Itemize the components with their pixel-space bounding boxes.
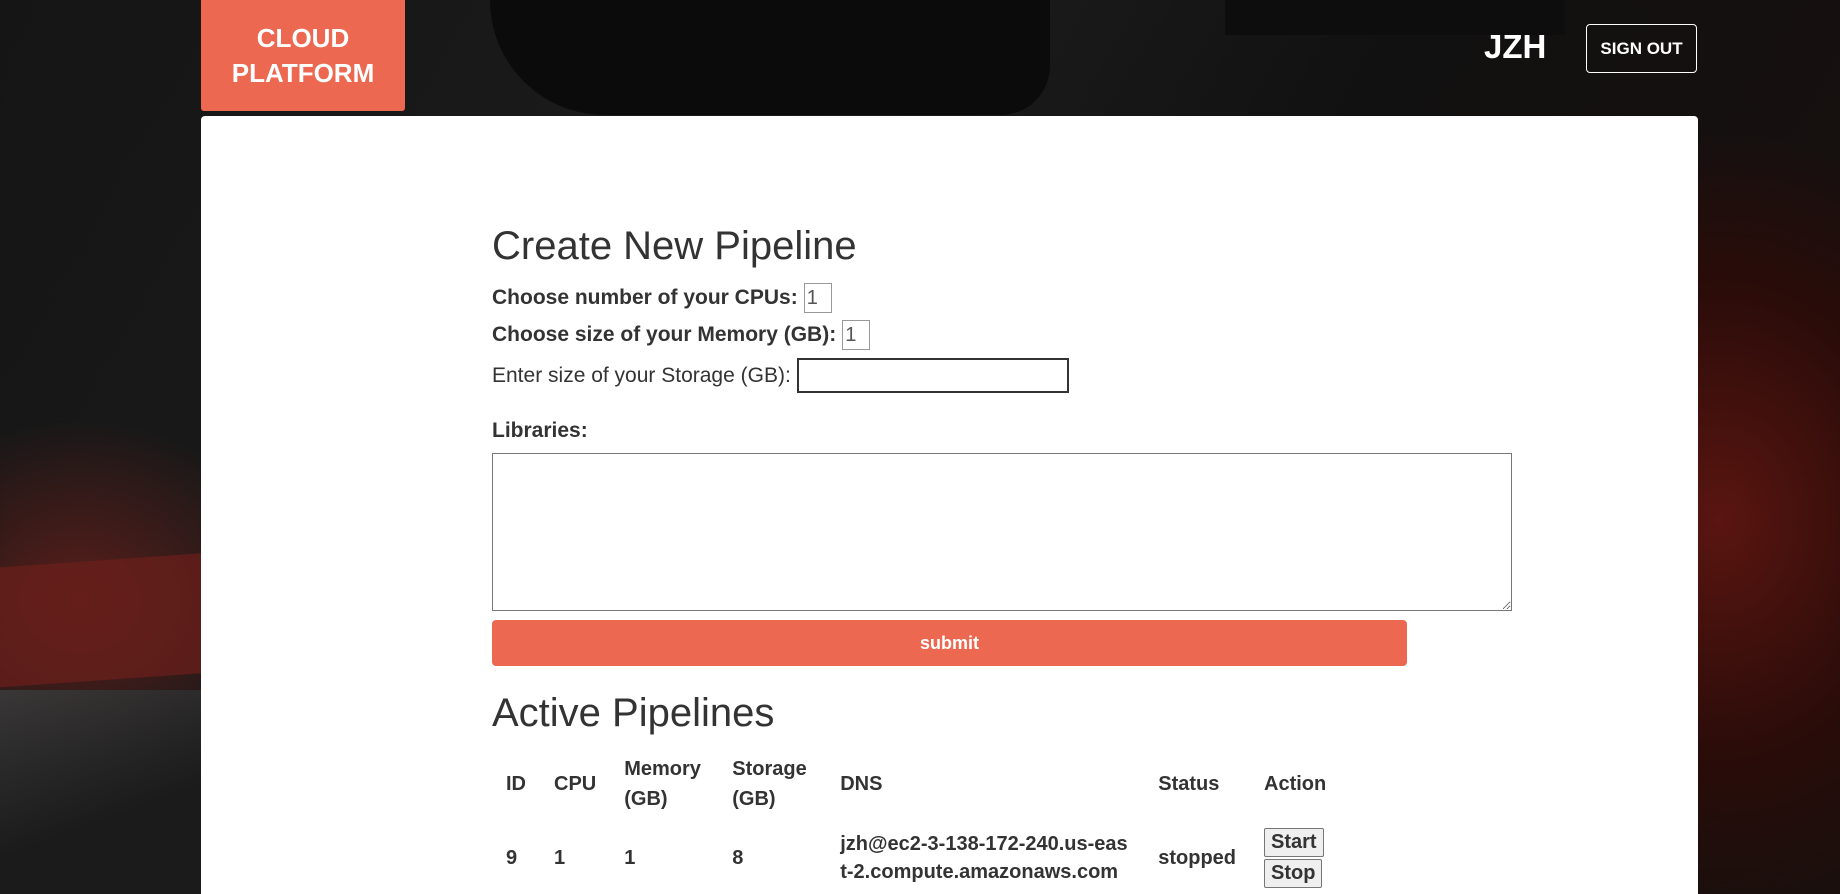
table-row: 9 1 1 8 jzh@ec2-3-138-172-240.us-east-2.… [492,820,1340,894]
cell-memory: 1 [624,847,636,869]
libraries-label: Libraries: [492,419,588,442]
memory-row: Choose size of your Memory (GB): [492,320,871,350]
libraries-textarea[interactable] [492,453,1512,611]
pipelines-table: ID CPU Memory (GB) Storage (GB) DNS Stat… [492,748,1340,894]
cell-storage: 8 [732,847,744,869]
start-button[interactable]: Start [1264,828,1324,857]
storage-input[interactable] [796,358,1069,393]
cpu-row: Choose number of your CPUs: [492,283,832,313]
column-header-action: Action [1264,773,1327,795]
logo-line-2: PLATFORM [231,57,375,88]
background-shape [0,552,210,688]
stop-button[interactable]: Stop [1264,859,1323,888]
column-header-status: Status [1158,773,1220,795]
background-shape [0,690,210,894]
sign-out-button[interactable]: SIGN OUT [1586,24,1697,73]
create-pipeline-title: Create New Pipeline [492,224,857,268]
active-pipelines-title: Active Pipelines [492,691,775,735]
column-header-storage: Storage (GB) [732,758,807,810]
table-header-row: ID CPU Memory (GB) Storage (GB) DNS Stat… [492,748,1340,820]
memory-input[interactable] [842,320,871,350]
background-shape [490,0,1050,115]
cell-status: stopped [1158,847,1237,869]
cell-dns: jzh@ec2-3-138-172-240.us-east-2.compute.… [840,833,1128,883]
cell-action: Start Stop [1250,820,1340,894]
column-header-id: ID [506,773,526,795]
logo-line-1: CLOUD [256,22,350,53]
cell-id: 9 [506,847,518,869]
column-header-cpu: CPU [554,773,597,795]
storage-row: Enter size of your Storage (GB): [492,358,1069,393]
column-header-dns: DNS [840,773,883,795]
cell-cpu: 1 [554,847,566,869]
column-header-memory: Memory (GB) [624,758,701,810]
submit-button[interactable]: submit [492,620,1407,666]
storage-label: Enter size of your Storage (GB): [492,363,791,387]
cpu-input[interactable] [803,283,832,313]
user-name: JZH [1484,28,1547,65]
cpu-label: Choose number of your CPUs: [492,286,798,309]
logo[interactable]: CLOUD PLATFORM [201,0,405,111]
memory-label: Choose size of your Memory (GB): [492,323,837,346]
